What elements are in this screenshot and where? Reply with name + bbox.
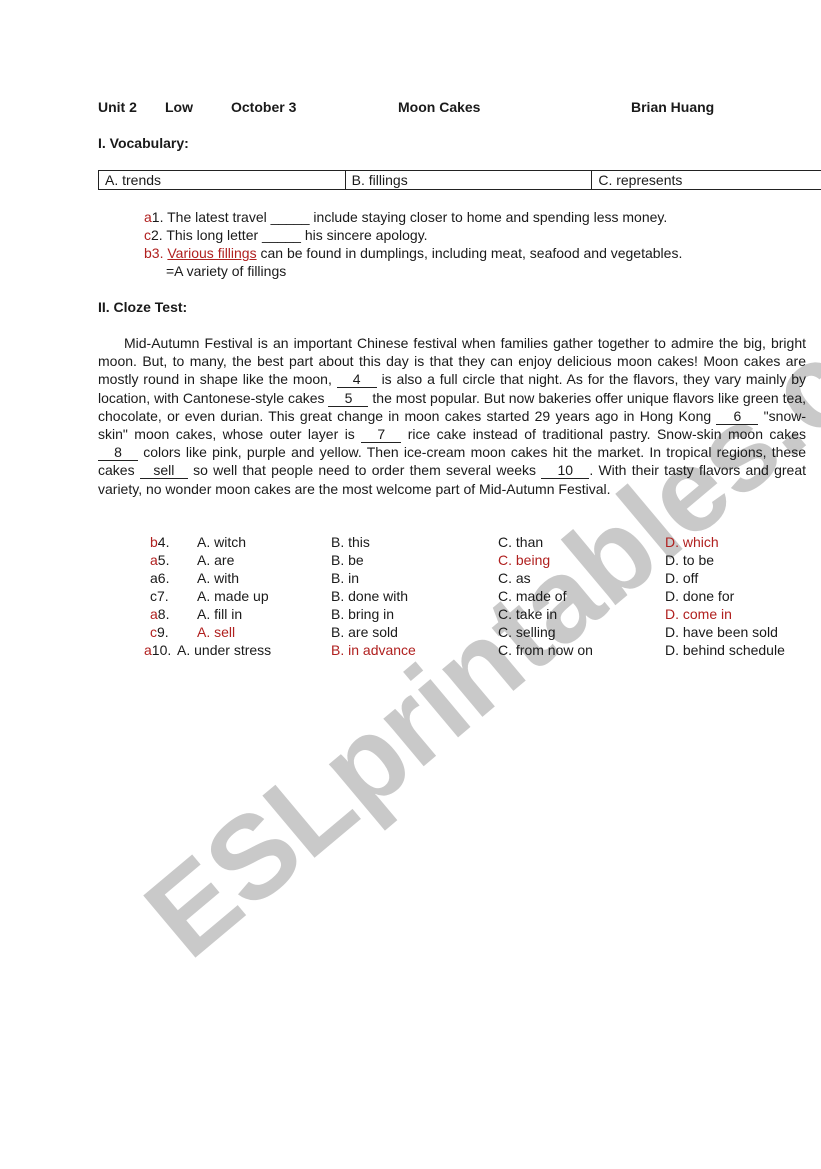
option-d: D. off [665,570,699,586]
option-b: B. this [331,534,370,550]
question-number: b4. [150,533,169,551]
underlined-phrase: Various fillings [167,245,257,261]
option-d: D. to be [665,552,715,568]
date-label: October 3 [231,99,297,115]
option-c: C. selling [498,624,556,640]
option-b: B. be [331,552,364,568]
option-d: D. which [665,534,719,550]
question-num-text: 9. [157,624,169,640]
answer-letter: a [144,642,152,658]
question-number: c7. [150,587,169,605]
question-num-text: 4. [157,534,170,550]
option-c: C. as [498,570,531,586]
option-row: c9. A. sell B. are sold C. selling D. have b… [0,623,821,641]
blank-8: 8 [98,445,138,462]
vocab-question: b3. Various fillings can be found in dum… [144,244,682,262]
option-b: B. in advance [331,642,416,658]
question-text: . The latest travel _____ include stayin… [159,209,668,225]
blank-10: 10 [541,463,590,480]
question-number: 1 [151,209,160,225]
option-c: C. take in [498,606,558,622]
unit-label: Unit 2 [98,99,137,115]
option-a: A. witch [197,534,247,550]
cloze-options: b4. A. witch B. this C. than D. which a5. A. a… [0,533,821,659]
blank-7: 7 [361,427,402,444]
question-number: 3 [151,245,160,261]
option-row: a5. A. are B. be C. being D. to be [0,551,821,569]
worksheet-header: Unit 2 Low October 3 Moon Cakes Brian Hu… [98,99,821,117]
word-bank-cell: B. fillings [346,171,593,189]
answer-letter: c [150,588,157,604]
blank-9: sell [139,463,188,480]
question-num-text: 6. [157,570,170,586]
option-d: D. have been sold [665,624,778,640]
answer-letter: c [150,624,157,640]
question-text: can be found in dumplings, including mea… [256,245,683,261]
option-a: A. are [197,552,235,568]
level-label: Low [165,99,193,115]
answer-letter: a [144,209,152,225]
option-d: D. done for [665,588,735,604]
question-num-text: 5. [157,552,170,568]
passage-text: so well that people need to order them s… [187,462,542,479]
blank-6: 6 [716,408,759,425]
option-c: C. made of [498,588,567,604]
author-name: Brian Huang [631,99,715,115]
vocab-question: a1. The latest travel _____ include stay… [144,208,682,226]
answer-letter: a [150,570,158,586]
option-b: B. in [331,570,360,586]
word-bank-cell: C. represents [598,172,683,188]
cloze-passage: Mid-Autumn Festival is an important Chin… [98,334,806,498]
question-number: a10. [144,641,171,659]
word-bank-cell: A. trends [99,171,346,189]
blank-4: 4 [336,372,377,389]
option-row: c7. A. made up B. done with C. made of D. do… [0,587,821,605]
question-number: c9. [150,623,169,641]
option-row: b4. A. witch B. this C. than D. which [0,533,821,551]
passage-text: rice cake instead of traditional pastry.… [401,426,806,443]
answer-letter: a [150,606,158,622]
option-c: C. than [498,534,544,550]
question-num-text: 10. [151,642,172,658]
option-a: A. sell [197,624,236,640]
option-a: A. fill in [197,606,243,622]
option-c: C. from now on [498,642,593,658]
option-a: A. with [197,570,240,586]
option-d: D. behind schedule [665,642,785,658]
answer-letter: b [150,534,158,550]
question-text: . This long letter _____ his sincere apo… [158,227,428,243]
option-row: a8. A. fill in B. bring in C. take in D. com… [0,605,821,623]
option-a: A. made up [197,588,269,604]
question-number: a6. [150,569,169,587]
answer-letter: b [144,245,152,261]
vocab-question: c2. This long letter _____ his sincere a… [144,226,682,244]
answer-letter: c [144,227,151,243]
worksheet-page: Unit 2 Low October 3 Moon Cakes Brian Hu… [0,0,821,1169]
option-b: B. bring in [331,606,395,622]
question-num-text: 7. [157,588,169,604]
option-d: D. come in [665,606,732,622]
vocabulary-heading: I. Vocabulary: [98,135,189,151]
word-bank-table: A. trends B. fillings C. represents [98,170,821,190]
option-row: a6. A. with B. in C. as D. off [0,569,821,587]
option-b: B. are sold [331,624,398,640]
blank-5: 5 [328,390,369,407]
question-num-text: 8. [157,606,170,622]
answer-letter: a [150,552,158,568]
synonym-note: =A variety of fillings [166,263,287,279]
vocabulary-questions: a1. The latest travel _____ include stay… [144,208,682,280]
option-b: B. done with [331,588,409,604]
question-number: a5. [150,551,169,569]
question-number: 2 [151,227,159,243]
question-number: a8. [150,605,169,623]
cloze-heading: II. Cloze Test: [98,299,188,315]
worksheet-title: Moon Cakes [398,99,481,115]
option-c: C. being [498,552,551,568]
option-row: a10. A. under stress B. in advance C. from … [0,641,821,659]
option-a: A. under stress [177,642,272,658]
